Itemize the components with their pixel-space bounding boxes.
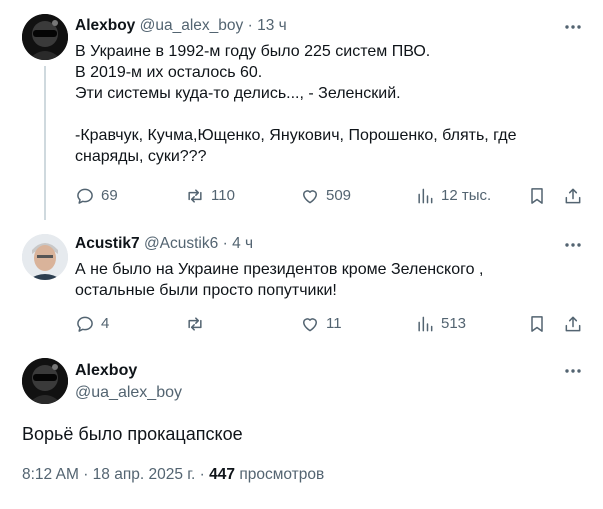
tweet2-author-handle[interactable]: @Acustik6 [144, 235, 218, 252]
reply-button[interactable]: 4 [75, 314, 109, 334]
bookmark-button[interactable] [527, 314, 547, 334]
avatar-acustik7[interactable] [22, 234, 68, 280]
main-tweet-footer: 8:12 AM · 18 апр. 2025 г. · 447 просмотр… [22, 466, 324, 484]
avatar-alexboy-main[interactable] [22, 358, 68, 404]
tweet2-author-name[interactable]: Acustik7 [75, 235, 140, 252]
separator-dot: · [199, 466, 205, 483]
bookmark-button[interactable] [527, 186, 547, 206]
share-button[interactable] [563, 314, 583, 334]
main-views-label: просмотров [239, 466, 325, 483]
like-count: 509 [326, 187, 352, 204]
views-count: 513 [441, 315, 467, 332]
tweet2-header: Acustik7 @Acustik6 · 4 ч [75, 235, 253, 253]
like-count: 11 [326, 315, 342, 332]
heart-icon [303, 318, 317, 332]
main-views-count: 447 [209, 466, 235, 483]
like-button[interactable]: 11 [300, 314, 342, 334]
thread-line [44, 66, 46, 220]
tweet1-actions: 69 110 509 12 тыс. [75, 186, 585, 210]
views-bars-icon [418, 316, 433, 332]
bookmark-icon [531, 188, 543, 204]
bookmark-icon [531, 316, 543, 332]
more-dots-icon[interactable] [563, 17, 583, 37]
repost-count: 110 [211, 187, 235, 204]
repost-arrows-icon [188, 317, 202, 331]
separator-dot: · [83, 466, 89, 483]
separator-dot: · [222, 235, 228, 252]
reply-bubble-icon [77, 316, 93, 332]
views-button[interactable]: 513 [415, 314, 466, 334]
tweet1-text: В Украине в 1992-м году было 225 систем … [75, 43, 517, 165]
separator-dot: · [247, 17, 253, 34]
views-button[interactable]: 12 тыс. [415, 186, 491, 206]
heart-icon [303, 190, 317, 204]
reply-button[interactable]: 69 [75, 186, 118, 206]
repost-button[interactable]: 110 [185, 186, 235, 206]
share-upload-icon [565, 188, 581, 204]
more-dots-icon[interactable] [563, 235, 583, 255]
reply-bubble-icon [77, 188, 93, 204]
reply-count: 69 [101, 187, 118, 204]
tweet1-time[interactable]: 13 ч [257, 17, 287, 34]
main-author-name[interactable]: Alexboy [75, 362, 137, 380]
tweet2-time[interactable]: 4 ч [232, 235, 253, 252]
main-date[interactable]: 18 апр. 2025 г. [93, 466, 196, 483]
tweet1-author-name[interactable]: Alexboy [75, 17, 135, 34]
tweet1-header: Alexboy @ua_alex_boy · 13 ч [75, 17, 287, 35]
main-author-handle[interactable]: @ua_alex_boy [75, 384, 182, 402]
tweet2-text: А не было на Украине президентов кроме З… [75, 261, 484, 299]
repost-arrows-icon [188, 189, 202, 203]
main-time[interactable]: 8:12 AM [22, 466, 79, 483]
more-dots-icon[interactable] [563, 361, 583, 381]
views-bars-icon [418, 188, 433, 204]
views-count: 12 тыс. [441, 187, 492, 204]
tweet2-actions: 4 11 513 [75, 314, 585, 338]
avatar-alexboy[interactable] [22, 14, 68, 60]
repost-button[interactable] [185, 314, 211, 334]
share-button[interactable] [563, 186, 583, 206]
tweet1-author-handle[interactable]: @ua_alex_boy [140, 17, 244, 34]
reply-count: 4 [101, 315, 110, 332]
main-tweet-text: Ворьё было прокацапское [22, 424, 243, 444]
like-button[interactable]: 509 [300, 186, 351, 206]
share-upload-icon [565, 316, 581, 332]
